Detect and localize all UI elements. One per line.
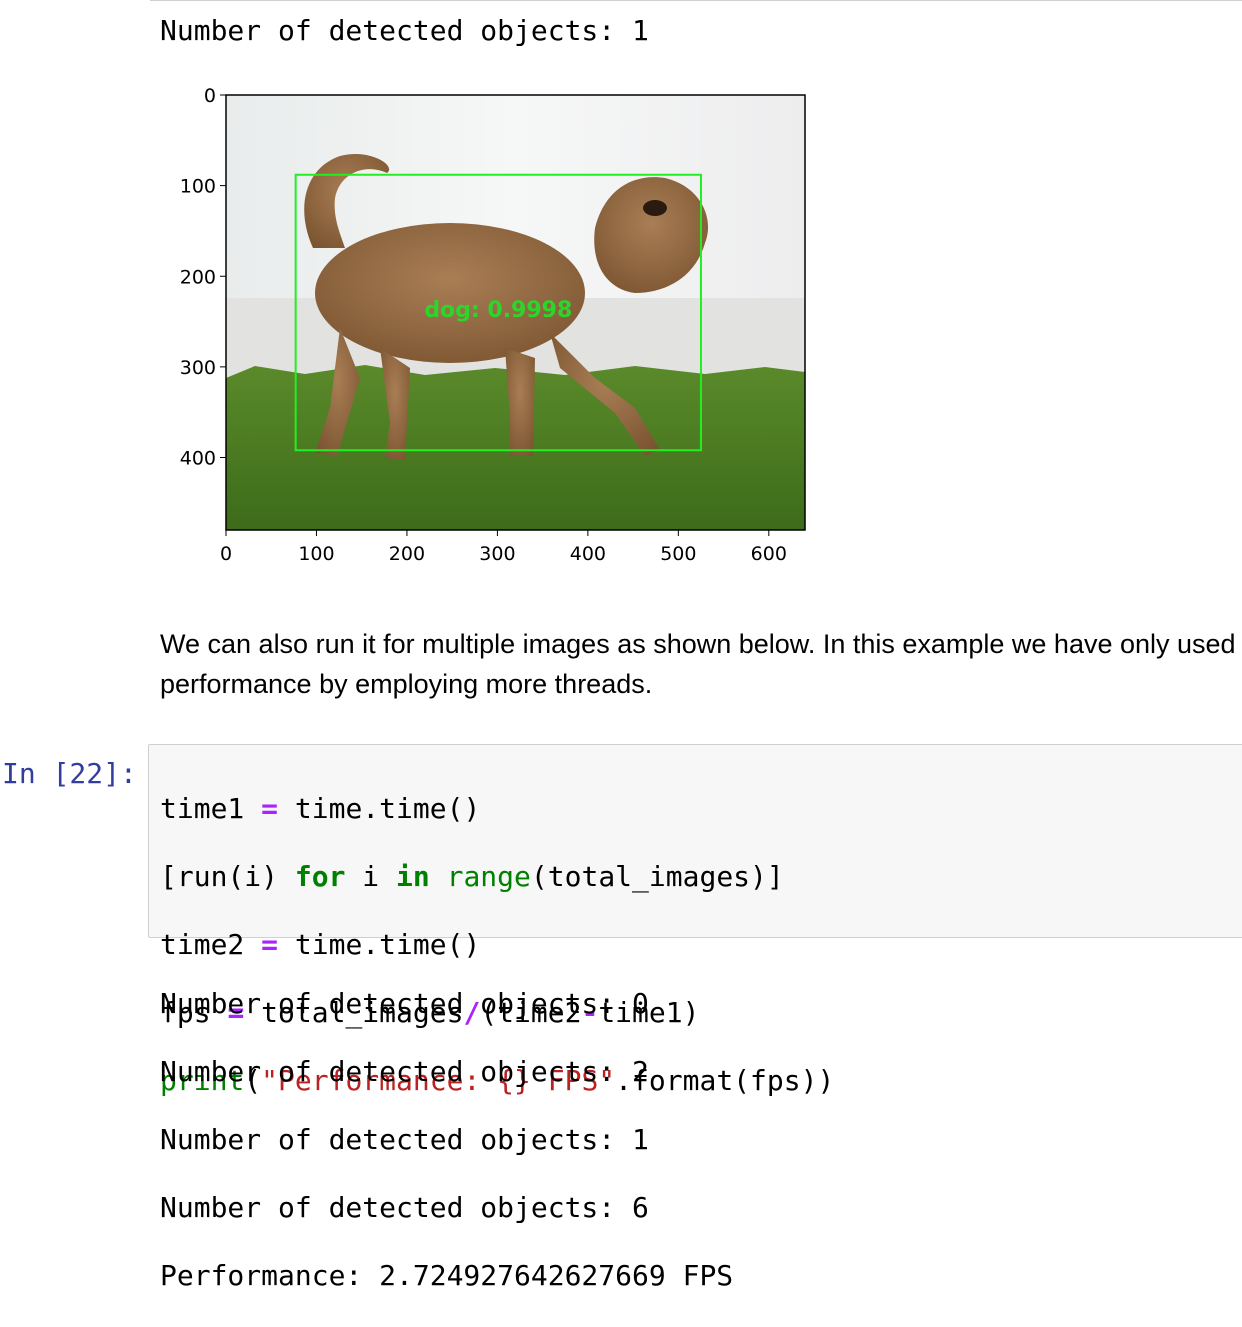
x-tick-label: 500	[660, 543, 696, 565]
x-tick-label: 600	[751, 543, 787, 565]
markdown-cell: We can also run it for multiple images a…	[160, 624, 1242, 704]
code-line: time1 = time.time()	[160, 792, 481, 825]
output-line: Number of detected objects: 1	[160, 1123, 649, 1156]
output-line: Number of detected objects: 1	[160, 14, 649, 47]
y-tick-label: 200	[180, 266, 216, 288]
y-tick-label: 0	[204, 85, 216, 107]
markdown-line: performance by employing more threads.	[160, 669, 653, 699]
code-line: [run(i) for i in range(total_images)]	[160, 860, 784, 893]
x-axis-ticks: 0 100 200 300 400 500 600	[220, 530, 787, 565]
x-tick-label: 300	[479, 543, 515, 565]
output-line: Number of detected objects: 0	[160, 987, 649, 1020]
cell-top-divider	[150, 0, 1242, 1]
y-tick-label: 300	[180, 357, 216, 379]
x-tick-label: 200	[389, 543, 425, 565]
y-axis-ticks: 0 100 200 300 400	[180, 85, 226, 470]
output-line: Number of detected objects: 6	[160, 1191, 649, 1224]
input-prompt: In [22]:	[2, 757, 137, 790]
markdown-line: We can also run it for multiple images a…	[160, 629, 1236, 659]
output-line: Performance: 2.724927642627669 FPS	[160, 1259, 734, 1292]
x-tick-label: 0	[220, 543, 232, 565]
detection-label: dog: 0.9998	[424, 298, 572, 323]
y-tick-label: 100	[180, 176, 216, 198]
output-area: Number of detected objects: 0 Number of …	[160, 953, 733, 1327]
output-line: Number of detected objects: 2	[160, 1055, 649, 1088]
detection-figure: dog: 0.9998 0 100 200 300 400 500 600 0 100 200 3…	[180, 85, 806, 565]
y-tick-label: 400	[180, 448, 216, 470]
x-tick-label: 400	[570, 543, 606, 565]
x-tick-label: 100	[298, 543, 334, 565]
